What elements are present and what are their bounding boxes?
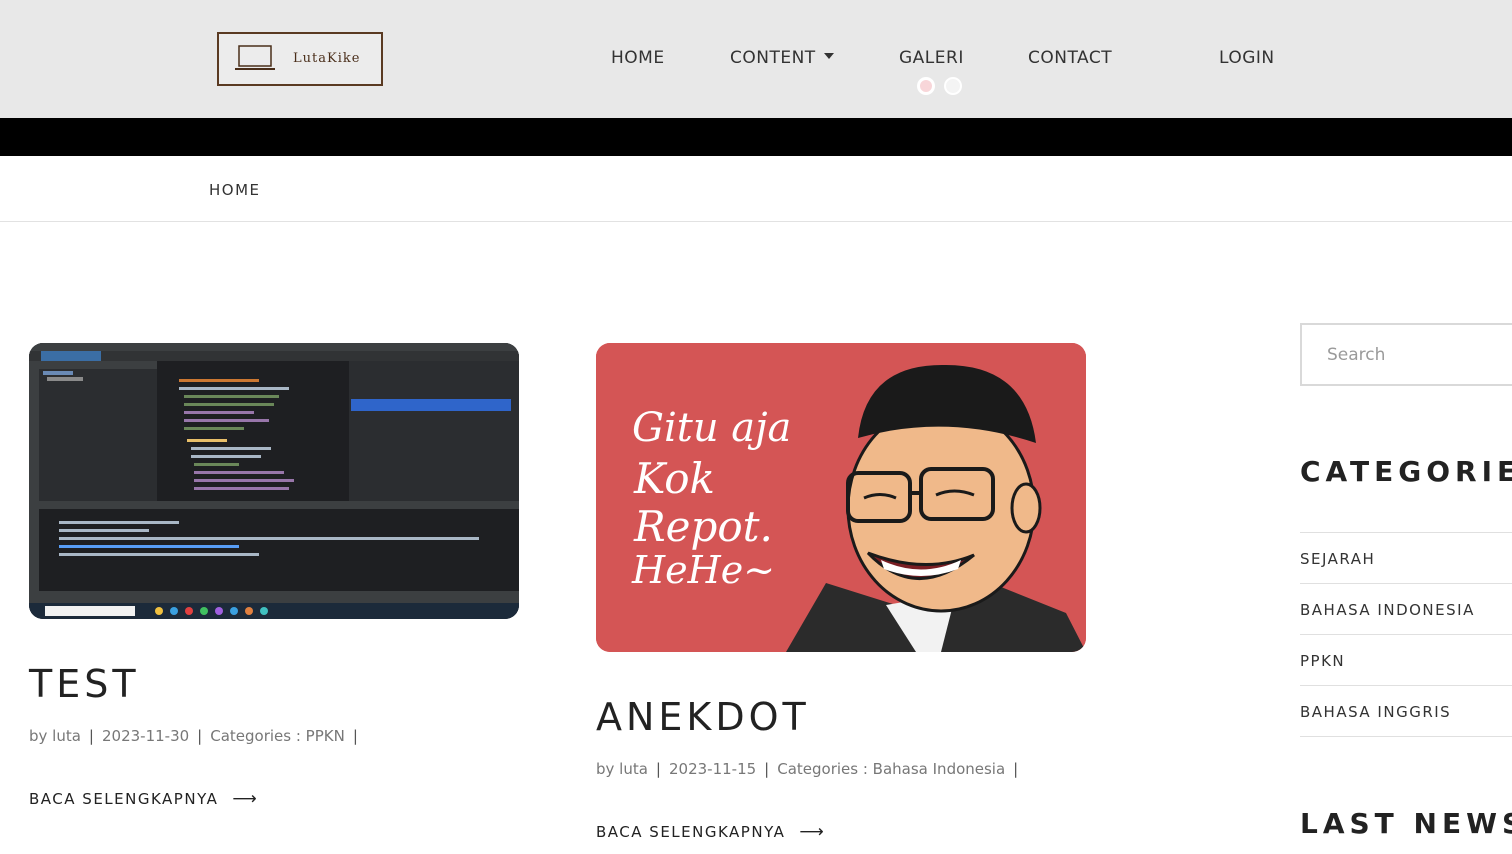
post-category[interactable]: Categories : Bahasa Indonesia: [777, 760, 1005, 778]
nav-home[interactable]: HOME: [611, 48, 665, 72]
cartoon-illustration: Gitu aja Kok Repot. HeHe~: [596, 343, 1086, 652]
header-band: [0, 118, 1512, 156]
post-title[interactable]: ANEKDOT: [596, 695, 810, 739]
nav-contact[interactable]: CONTACT: [1028, 48, 1112, 72]
ide-screenshot-illustration: [29, 343, 519, 619]
post-date: 2023-11-30: [101, 727, 190, 745]
arrow-right-icon: ⟶: [232, 789, 259, 809]
nav-login[interactable]: LOGIN: [1219, 48, 1275, 72]
post-category[interactable]: Categories : PPKN: [210, 727, 345, 745]
category-item[interactable]: BAHASA INDONESIA: [1300, 584, 1512, 635]
post-title[interactable]: TEST: [29, 662, 140, 706]
illustration-text-line: Gitu aja: [632, 405, 791, 451]
read-more-label: BACA SELENGKAPNYA: [596, 823, 786, 841]
caret-down-icon: [823, 53, 834, 59]
slider-dot-active[interactable]: [917, 77, 935, 95]
slider-dot[interactable]: [944, 77, 962, 95]
laptop-icon: [235, 45, 275, 70]
site-logo[interactable]: LutaKike: [217, 32, 383, 86]
breadcrumb-home[interactable]: HOME: [209, 181, 261, 199]
nav-galeri[interactable]: GALERI: [899, 48, 964, 72]
illustration-text-line: HeHe~: [631, 548, 775, 592]
last-news-heading: LAST NEWS: [1300, 807, 1512, 840]
search-input[interactable]: [1302, 325, 1512, 384]
read-more-link[interactable]: BACA SELENGKAPNYA ⟶: [596, 822, 825, 842]
post-meta: by luta | 2023-11-15 | Categories : Bahasa I…: [596, 760, 1019, 778]
category-item[interactable]: PPKN: [1300, 635, 1512, 686]
site-header: LutaKike HOME CONTENT GALERI CONTACT LOG…: [0, 0, 1512, 118]
post-image-ide-screenshot[interactable]: [29, 343, 519, 619]
post-meta: by luta | 2023-11-30 | Categories : PPKN |: [29, 727, 358, 745]
logo-text: LutaKike: [293, 51, 361, 66]
arrow-right-icon: ⟶: [799, 822, 826, 842]
nav-content-label: CONTENT: [730, 48, 816, 68]
illustration-text-line: Kok: [633, 454, 715, 503]
post-image-cartoon[interactable]: Gitu aja Kok Repot. HeHe~: [596, 343, 1086, 652]
post-date: 2023-11-15: [668, 760, 757, 778]
category-item[interactable]: SEJARAH: [1300, 533, 1512, 584]
breadcrumb: HOME: [0, 156, 1512, 222]
read-more-label: BACA SELENGKAPNYA: [29, 790, 219, 808]
search-box: [1300, 323, 1512, 386]
post-author[interactable]: by luta: [29, 727, 81, 745]
nav-content-dropdown[interactable]: CONTENT: [730, 48, 834, 72]
categories-heading: CATEGORIES: [1300, 455, 1512, 488]
category-item[interactable]: BAHASA INGGRIS: [1300, 686, 1512, 737]
illustration-text-line: Repot.: [633, 502, 773, 551]
post-author[interactable]: by luta: [596, 760, 648, 778]
read-more-link[interactable]: BACA SELENGKAPNYA ⟶: [29, 789, 258, 809]
categories-list: SEJARAH BAHASA INDONESIA PPKN BAHASA ING…: [1300, 532, 1512, 737]
